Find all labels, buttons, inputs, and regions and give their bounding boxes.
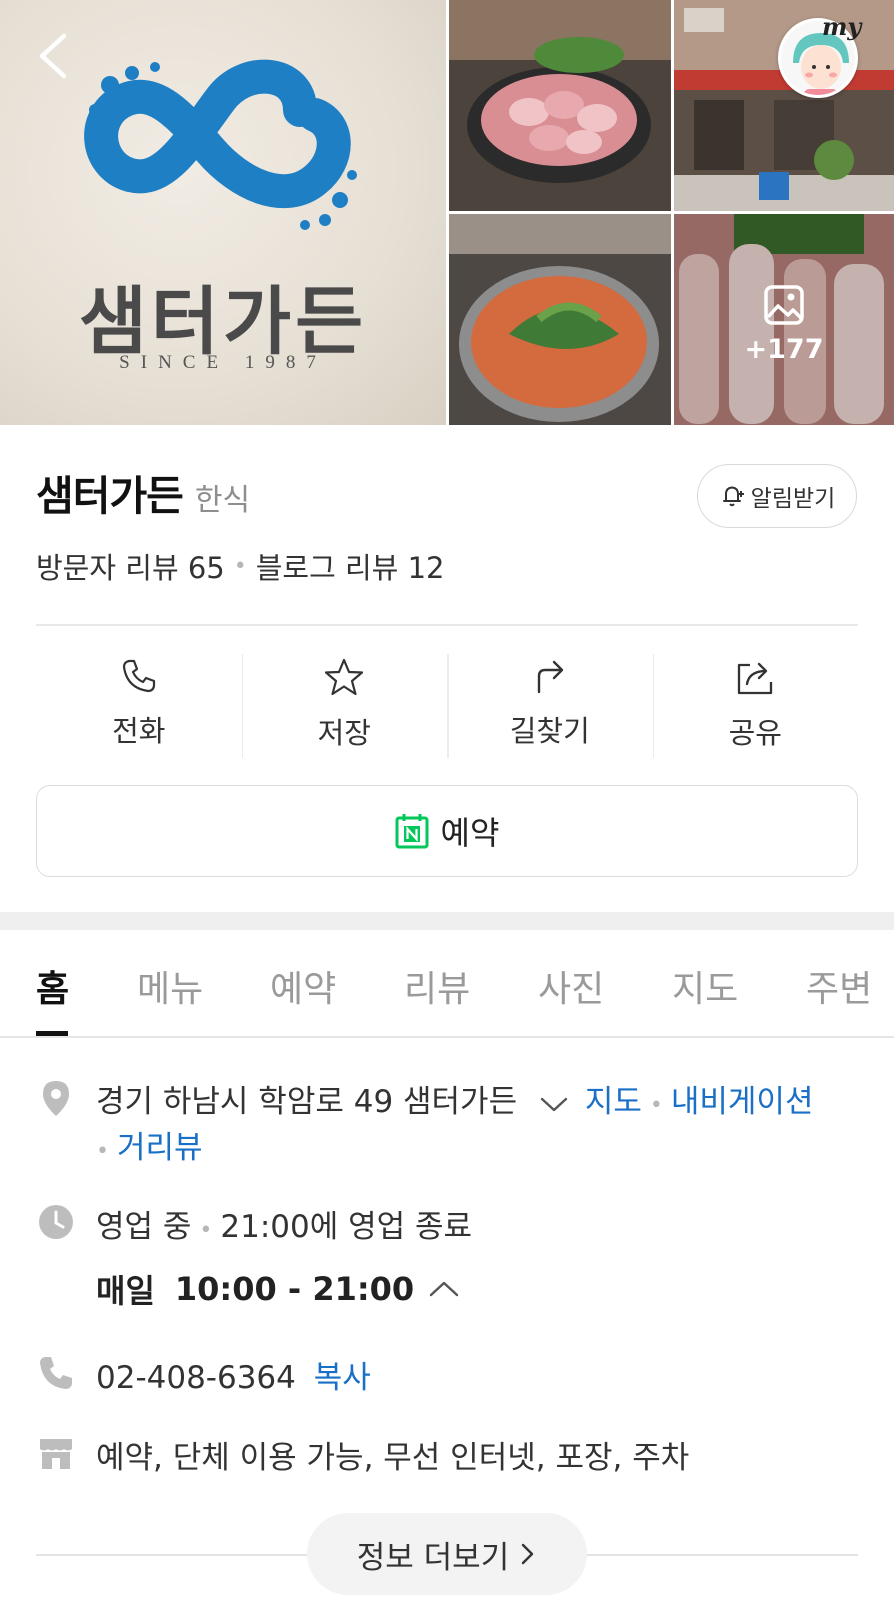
photo-thumb-noodles[interactable] bbox=[449, 214, 671, 425]
back-arrow-icon[interactable] bbox=[34, 30, 74, 82]
share-button[interactable]: 공유 bbox=[652, 650, 859, 760]
chevron-right-icon bbox=[522, 1543, 534, 1565]
address-row: 경기 하남시 학암로 49 샘터가든 지도 • 내비게이션 bbox=[96, 1076, 813, 1121]
more-info-button[interactable]: 정보 더보기 bbox=[307, 1513, 587, 1595]
blog-review-link[interactable]: 블로그 리뷰 12 bbox=[256, 545, 445, 587]
directions-button[interactable]: 길찾기 bbox=[447, 650, 653, 760]
naver-calendar-icon bbox=[395, 814, 429, 849]
location-pin-icon bbox=[43, 1081, 69, 1116]
copy-link[interactable]: 복사 bbox=[314, 1360, 371, 1396]
review-summary: 방문자 리뷰 65 • 블로그 리뷰 12 bbox=[36, 545, 444, 587]
logo-emblem bbox=[84, 59, 357, 230]
separator-dot: • bbox=[233, 553, 247, 579]
divider bbox=[36, 624, 858, 626]
logo-since-text: SINCE 1987 bbox=[119, 352, 327, 373]
tab-nearby[interactable]: 주변 bbox=[806, 960, 872, 1012]
streetview-link[interactable]: 거리뷰 bbox=[117, 1130, 203, 1166]
more-photos-overlay[interactable]: +177 bbox=[674, 214, 894, 425]
hours-time: 10:00 - 21:00 bbox=[174, 1270, 415, 1308]
store-icon bbox=[40, 1439, 72, 1469]
directions-icon bbox=[537, 660, 563, 694]
reserve-label: 예약 bbox=[440, 814, 500, 852]
status-row: 영업 중 • 21:00에 영업 종료 bbox=[96, 1201, 472, 1246]
phone-icon bbox=[40, 1357, 72, 1389]
hours-row[interactable]: 매일 10:00 - 21:00 bbox=[96, 1266, 460, 1312]
tab-home[interactable]: 홈 bbox=[36, 960, 69, 1012]
share-label: 공유 bbox=[728, 716, 782, 750]
save-label: 저장 bbox=[317, 716, 371, 750]
tab-reservation[interactable]: 예약 bbox=[270, 960, 336, 1012]
tab-bar: 홈 메뉴 예약 리뷰 사진 지도 주변 bbox=[0, 930, 894, 1038]
call-button[interactable]: 전화 bbox=[36, 650, 242, 760]
photo-thumb-meat-platter[interactable] bbox=[449, 0, 671, 211]
place-category: 한식 bbox=[194, 483, 251, 518]
amenities-text: 예약, 단체 이용 가능, 무선 인터넷, 포장, 주차 bbox=[96, 1440, 690, 1476]
directions-label: 길찾기 bbox=[509, 714, 590, 748]
bell-plus-icon bbox=[722, 486, 744, 507]
address-text: 경기 하남시 학암로 49 샘터가든 bbox=[96, 1084, 518, 1120]
close-time: 21:00에 영업 종료 bbox=[220, 1209, 473, 1245]
meat-platter-illustration bbox=[449, 0, 671, 211]
tab-photos[interactable]: 사진 bbox=[538, 960, 604, 1012]
chevron-down-icon[interactable] bbox=[539, 1093, 569, 1115]
separator-dot: • bbox=[96, 1139, 109, 1164]
call-label: 전화 bbox=[112, 714, 166, 748]
alarm-button[interactable]: 알림받기 bbox=[697, 464, 857, 528]
noodles-illustration bbox=[449, 214, 671, 425]
main-logo-photo[interactable]: 샘터가든 SINCE 1987 bbox=[0, 0, 446, 425]
save-button[interactable]: 저장 bbox=[241, 650, 448, 760]
more-photos-count: +177 bbox=[744, 334, 824, 365]
phone-number[interactable]: 02-408-6364 bbox=[96, 1360, 296, 1396]
visitor-review-link[interactable]: 방문자 리뷰 65 bbox=[36, 545, 225, 587]
my-badge-label: my bbox=[822, 12, 862, 41]
reserve-button[interactable]: 예약 bbox=[36, 785, 858, 877]
phone-row: 02-408-6364 복사 bbox=[96, 1352, 371, 1397]
clock-icon bbox=[39, 1205, 73, 1239]
action-bar: 전화 저장 길찾기 공유 bbox=[36, 650, 858, 760]
navigation-link[interactable]: 내비게이션 bbox=[671, 1084, 814, 1120]
phone-icon bbox=[122, 659, 155, 693]
place-name: 샘터가든 bbox=[36, 472, 184, 520]
separator-dot: • bbox=[649, 1093, 663, 1118]
map-link[interactable]: 지도 bbox=[585, 1084, 642, 1120]
chevron-up-icon[interactable] bbox=[428, 1278, 460, 1300]
gallery-icon bbox=[764, 285, 804, 325]
section-gap bbox=[0, 912, 894, 930]
alarm-label: 알림받기 bbox=[750, 486, 836, 512]
active-tab-indicator bbox=[36, 1031, 68, 1036]
streetview-row: • 거리뷰 bbox=[96, 1122, 203, 1167]
tab-menu[interactable]: 메뉴 bbox=[137, 960, 203, 1012]
tab-review[interactable]: 리뷰 bbox=[404, 960, 470, 1012]
place-title-row: 샘터가든 한식 bbox=[36, 462, 250, 522]
tab-map[interactable]: 지도 bbox=[672, 960, 738, 1012]
share-icon bbox=[738, 662, 773, 695]
open-status: 영업 중 bbox=[96, 1209, 192, 1245]
hours-day: 매일 bbox=[96, 1272, 155, 1310]
more-info-label: 정보 더보기 bbox=[356, 1539, 510, 1576]
star-icon bbox=[325, 658, 364, 696]
photo-gallery[interactable]: 샘터가든 SINCE 1987 +177 my bbox=[0, 0, 894, 425]
separator-dot: • bbox=[199, 1218, 213, 1243]
photo-thumb-more[interactable]: +177 bbox=[674, 214, 894, 425]
